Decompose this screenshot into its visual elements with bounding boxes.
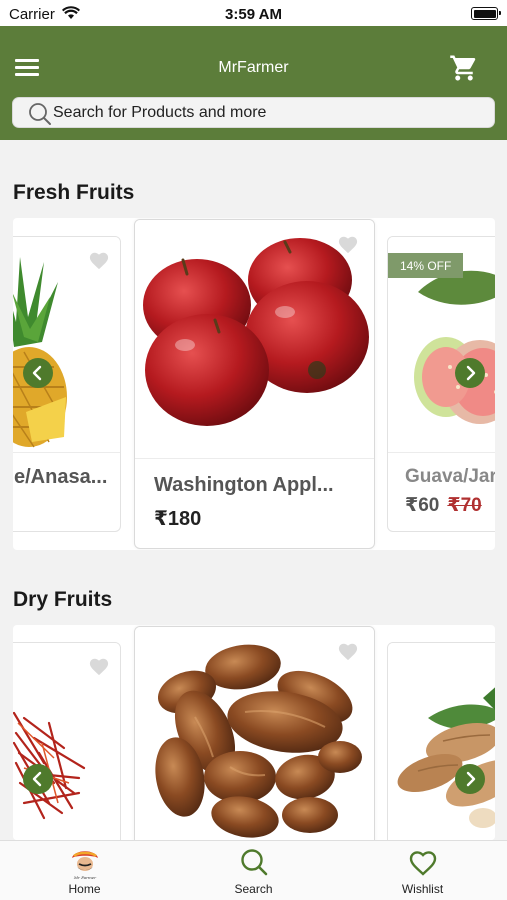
- nav-search[interactable]: Search: [169, 841, 338, 900]
- status-bar: Carrier 3:59 AM: [0, 0, 507, 26]
- bottom-navigation: Mr Farmer Home Search Wishlist: [0, 840, 507, 900]
- original-price: ₹70: [447, 495, 482, 516]
- hamburger-menu-icon[interactable]: [15, 59, 39, 77]
- search-icon: [240, 849, 267, 876]
- apples-image: [135, 220, 374, 458]
- section-title-fresh-fruits: Fresh Fruits: [13, 181, 135, 204]
- search-bar[interactable]: [12, 97, 495, 128]
- almonds-image: [388, 643, 495, 840]
- search-icon: [29, 103, 51, 125]
- product-card[interactable]: [387, 642, 495, 840]
- nav-home[interactable]: Mr Farmer Home: [0, 841, 169, 900]
- mrfarmer-logo-icon: Mr Farmer: [71, 851, 98, 880]
- battery-icon: [471, 7, 501, 20]
- carousel-next-button[interactable]: [455, 764, 485, 794]
- fresh-fruits-carousel[interactable]: e/Anasa... 0: [13, 218, 495, 550]
- cart-icon[interactable]: [449, 53, 479, 83]
- logo-text: Mr Farmer: [72, 875, 96, 880]
- nav-wishlist[interactable]: Wishlist: [338, 841, 507, 900]
- wishlist-heart-icon[interactable]: [337, 641, 359, 661]
- section-title-dry-fruits: Dry Fruits: [13, 588, 113, 611]
- nav-search-label: Search: [234, 882, 273, 896]
- carousel-prev-button[interactable]: [23, 764, 53, 794]
- dry-fruits-carousel[interactable]: [13, 625, 495, 840]
- nav-home-label: Home: [68, 882, 101, 896]
- chevron-right-icon: [466, 771, 476, 787]
- clock: 3:59 AM: [225, 6, 282, 23]
- product-name: Washington Appl...: [154, 474, 334, 496]
- carousel-next-button[interactable]: [455, 358, 485, 388]
- chevron-left-icon: [32, 771, 42, 787]
- chevron-right-icon: [466, 365, 476, 381]
- product-name: e/Anasa...: [14, 466, 108, 488]
- wishlist-heart-icon[interactable]: [88, 656, 110, 676]
- current-price: ₹60: [405, 495, 440, 516]
- wishlist-heart-icon[interactable]: [337, 234, 359, 254]
- search-input[interactable]: [53, 98, 483, 127]
- nav-wishlist-label: Wishlist: [401, 882, 444, 896]
- product-price: ₹180: [154, 508, 202, 530]
- wishlist-heart-icon[interactable]: [88, 250, 110, 270]
- product-price: ₹60 ₹70: [405, 494, 482, 517]
- app-title: MrFarmer: [218, 59, 289, 76]
- chevron-left-icon: [32, 365, 42, 381]
- app-header: MrFarmer: [0, 26, 507, 140]
- product-name: Guava/Jar: [405, 466, 495, 487]
- carousel-prev-button[interactable]: [23, 358, 53, 388]
- heart-outline-icon: [409, 851, 436, 876]
- product-card-featured[interactable]: Washington Appl... ₹180: [134, 219, 375, 549]
- discount-badge: 14% OFF: [388, 253, 464, 278]
